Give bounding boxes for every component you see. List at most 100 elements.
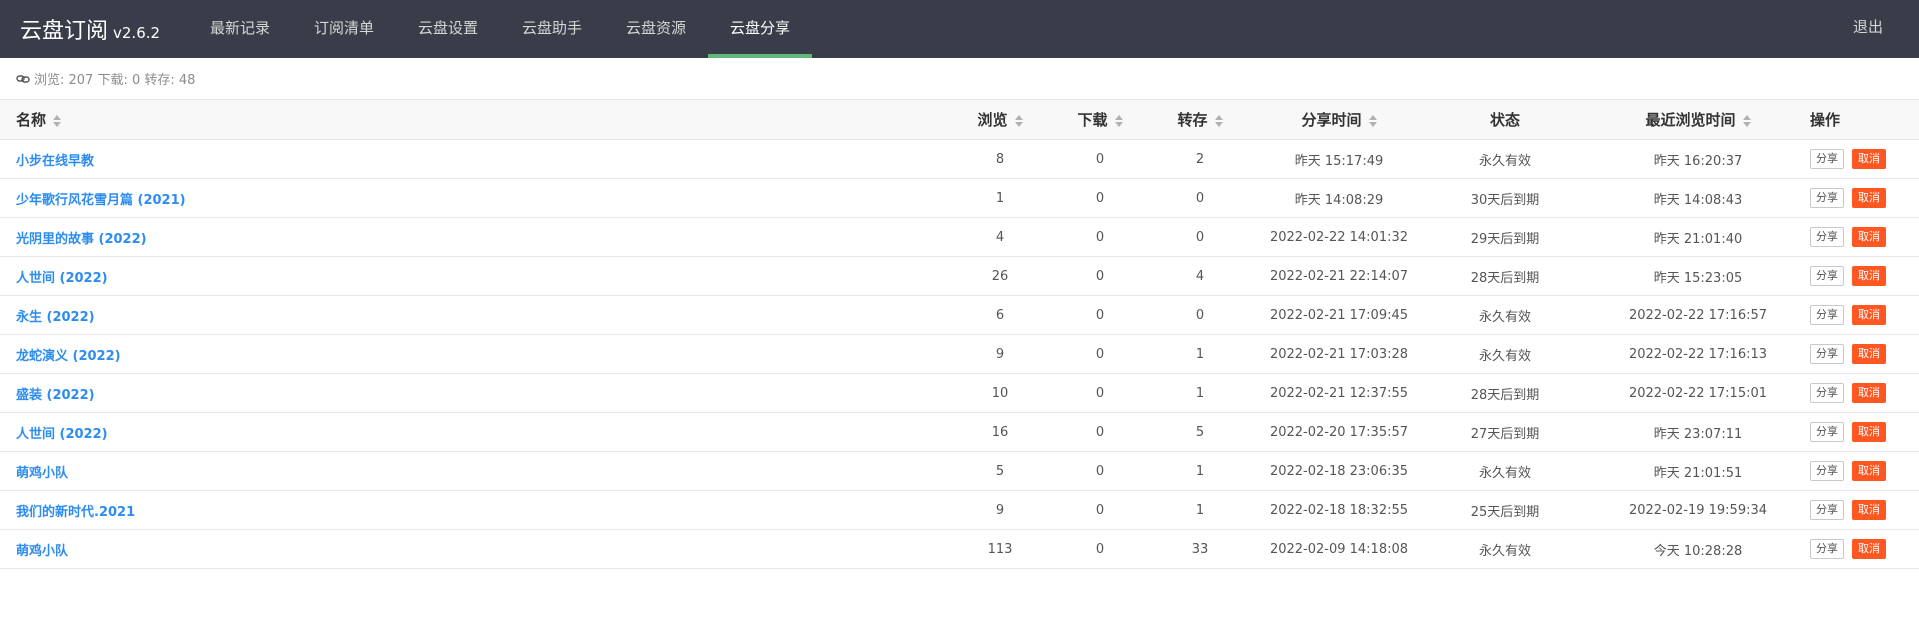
- header-downloads[interactable]: 下载: [1056, 100, 1144, 140]
- brand: 云盘订阅 v2.6.2: [0, 13, 188, 45]
- cell-share-time: 2022-02-21 17:09:45: [1269, 307, 1409, 323]
- cell-share-time: 2022-02-09 14:18:08: [1269, 541, 1409, 557]
- cell-downloads: 0: [1095, 307, 1105, 323]
- cancel-button[interactable]: 取消: [1852, 539, 1886, 559]
- sort-icon: [1014, 114, 1023, 127]
- cell-views: 4: [995, 229, 1005, 245]
- cell-views: 5: [995, 463, 1005, 479]
- cell-name: 萌鸡小队: [0, 452, 944, 491]
- cancel-button[interactable]: 取消: [1852, 500, 1886, 520]
- cell-saves: 1: [1195, 385, 1205, 401]
- cell-last-view: 昨天 23:07:11: [1653, 426, 1743, 442]
- share-name-link[interactable]: 小步在线早教: [16, 154, 94, 169]
- header-name[interactable]: 名称: [0, 100, 944, 140]
- cell-last-view: 2022-02-22 17:15:01: [1628, 385, 1768, 401]
- cell-ops: 分享 取消: [1808, 179, 1919, 218]
- share-name-link[interactable]: 萌鸡小队: [16, 466, 68, 481]
- header-views[interactable]: 浏览: [944, 100, 1056, 140]
- sort-icon: [1368, 114, 1377, 127]
- table-body: 小步在线早教 8 0 2 昨天 15:17:49 永久有效 昨天 16:20:37 分享 取消少…: [0, 140, 1919, 569]
- main-nav: 最新记录 订阅清单 云盘设置 云盘助手 云盘资源 云盘分享: [188, 0, 812, 58]
- cell-downloads: 0: [1095, 229, 1105, 245]
- header-status: 状态: [1489, 111, 1520, 129]
- share-button[interactable]: 分享: [1810, 149, 1844, 169]
- logout-link[interactable]: 退出: [1853, 0, 1883, 58]
- table-row: 萌鸡小队 113 0 33 2022-02-09 14:18:08 永久有效 今天 10:2…: [0, 530, 1919, 569]
- table-row: 萌鸡小队 5 0 1 2022-02-18 23:06:35 永久有效 昨天 21:01:5…: [0, 452, 1919, 491]
- cell-status: 永久有效: [1478, 309, 1531, 325]
- share-button[interactable]: 分享: [1810, 305, 1844, 325]
- cancel-button[interactable]: 取消: [1852, 422, 1886, 442]
- share-button[interactable]: 分享: [1810, 344, 1844, 364]
- cancel-button[interactable]: 取消: [1852, 188, 1886, 208]
- link-icon: [16, 74, 30, 84]
- nav-cloud-share[interactable]: 云盘分享: [708, 0, 812, 58]
- share-name-link[interactable]: 永生 (2022): [16, 310, 95, 325]
- header-last-view[interactable]: 最近浏览时间: [1588, 100, 1808, 140]
- cell-name: 我们的新时代.2021: [0, 491, 944, 530]
- cancel-button[interactable]: 取消: [1852, 149, 1886, 169]
- share-button[interactable]: 分享: [1810, 188, 1844, 208]
- nav-cloud-resources[interactable]: 云盘资源: [604, 0, 708, 58]
- cell-status: 永久有效: [1478, 348, 1531, 364]
- share-button[interactable]: 分享: [1810, 383, 1844, 403]
- cancel-button[interactable]: 取消: [1852, 227, 1886, 247]
- cell-share-time: 昨天 14:08:29: [1294, 192, 1384, 208]
- share-button[interactable]: 分享: [1810, 422, 1844, 442]
- share-name-link[interactable]: 龙蛇演义 (2022): [16, 349, 121, 364]
- cell-views: 16: [991, 424, 1009, 440]
- share-name-link[interactable]: 人世间 (2022): [16, 271, 108, 286]
- nav-subscription-list[interactable]: 订阅清单: [292, 0, 396, 58]
- share-name-link[interactable]: 少年歌行风花雪月篇 (2021): [16, 193, 186, 208]
- header-share-time[interactable]: 分享时间: [1256, 100, 1422, 140]
- cell-views: 10: [991, 385, 1009, 401]
- table-row: 我们的新时代.2021 9 0 1 2022-02-18 18:32:55 25天后到期 2…: [0, 491, 1919, 530]
- cell-downloads: 0: [1095, 424, 1105, 440]
- share-name-link[interactable]: 人世间 (2022): [16, 427, 108, 442]
- share-name-link[interactable]: 我们的新时代.2021: [16, 505, 135, 520]
- stats-text: 浏览: 207 下载: 0 转存: 48: [34, 73, 196, 88]
- cancel-button[interactable]: 取消: [1852, 461, 1886, 481]
- cell-ops: 分享 取消: [1808, 413, 1919, 452]
- share-button[interactable]: 分享: [1810, 500, 1844, 520]
- table-row: 永生 (2022) 6 0 0 2022-02-21 17:09:45 永久有效 2022-…: [0, 296, 1919, 335]
- nav-latest-records[interactable]: 最新记录: [188, 0, 292, 58]
- share-name-link[interactable]: 萌鸡小队: [16, 544, 68, 559]
- cell-ops: 分享 取消: [1808, 140, 1919, 179]
- share-button[interactable]: 分享: [1810, 227, 1844, 247]
- cell-ops: 分享 取消: [1808, 491, 1919, 530]
- cell-share-time: 2022-02-21 22:14:07: [1269, 268, 1409, 284]
- nav-cloud-assistant[interactable]: 云盘助手: [500, 0, 604, 58]
- cell-downloads: 0: [1095, 463, 1105, 479]
- share-name-link[interactable]: 盛装 (2022): [16, 388, 95, 403]
- cell-name: 光阴里的故事 (2022): [0, 218, 944, 257]
- table-row: 小步在线早教 8 0 2 昨天 15:17:49 永久有效 昨天 16:20:37 分享 取消: [0, 140, 1919, 179]
- cell-last-view: 昨天 21:01:40: [1653, 231, 1743, 247]
- cancel-button[interactable]: 取消: [1852, 383, 1886, 403]
- cell-status: 27天后到期: [1470, 426, 1540, 442]
- header-saves[interactable]: 转存: [1144, 100, 1256, 140]
- table-row: 盛装 (2022) 10 0 1 2022-02-21 12:37:55 28天后到期 20…: [0, 374, 1919, 413]
- cell-status: 28天后到期: [1470, 387, 1540, 403]
- cancel-button[interactable]: 取消: [1852, 344, 1886, 364]
- cell-share-time: 2022-02-20 17:35:57: [1269, 424, 1409, 440]
- table-header-row: 名称 浏览 下载 转存 分享时间 状态 最近浏览时间 操作: [0, 99, 1919, 140]
- share-table: 名称 浏览 下载 转存 分享时间 状态 最近浏览时间 操作 小步在线早教 8 0 2 昨…: [0, 99, 1919, 569]
- cell-ops: 分享 取消: [1808, 530, 1919, 569]
- table-row: 人世间 (2022) 16 0 5 2022-02-20 17:35:57 27天后到期 昨…: [0, 413, 1919, 452]
- share-name-link[interactable]: 光阴里的故事 (2022): [16, 232, 147, 247]
- cancel-button[interactable]: 取消: [1852, 266, 1886, 286]
- share-button[interactable]: 分享: [1810, 266, 1844, 286]
- cell-saves: 1: [1195, 346, 1205, 362]
- nav-cloud-settings[interactable]: 云盘设置: [396, 0, 500, 58]
- cell-views: 9: [995, 346, 1005, 362]
- cell-share-time: 2022-02-21 12:37:55: [1269, 385, 1409, 401]
- share-stats: 浏览: 207 下载: 0 转存: 48: [0, 58, 1919, 99]
- share-button[interactable]: 分享: [1810, 539, 1844, 559]
- cell-name: 人世间 (2022): [0, 413, 944, 452]
- cell-status: 永久有效: [1478, 465, 1531, 481]
- cell-name: 小步在线早教: [0, 140, 944, 179]
- share-button[interactable]: 分享: [1810, 461, 1844, 481]
- sort-icon: [1742, 114, 1751, 127]
- cancel-button[interactable]: 取消: [1852, 305, 1886, 325]
